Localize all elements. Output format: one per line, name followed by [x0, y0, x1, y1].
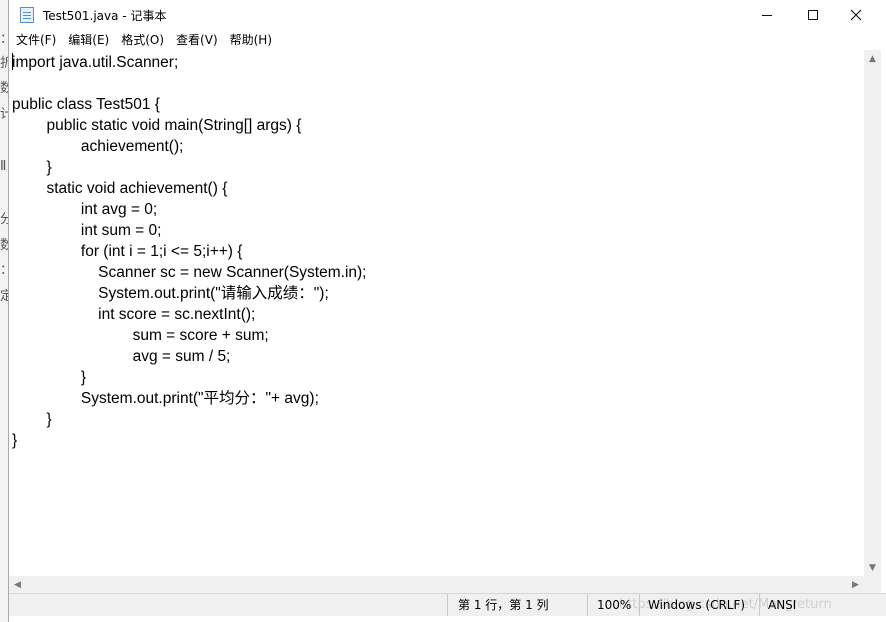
close-icon [850, 9, 862, 21]
menu-help[interactable]: 帮助(H) [224, 30, 278, 50]
minimize-icon [762, 14, 772, 16]
title-bar[interactable]: Test501.java - 记事本 [9, 0, 886, 30]
horizontal-scrollbar[interactable]: ◀ ▶ [9, 576, 864, 593]
maximize-icon [808, 10, 818, 20]
background-glyph: 分 [0, 212, 8, 227]
background-glyph: 数 [0, 238, 8, 253]
zoom-level: 100% [587, 594, 639, 616]
menu-bar: 文件(F) 编辑(E) 格式(O) 查看(V) 帮助(H) [9, 30, 886, 50]
background-glyph: Ⅱ [0, 159, 7, 174]
scroll-up-icon[interactable]: ▲ [864, 50, 881, 67]
encoding: ANSI [759, 594, 879, 616]
cursor-position: 第 1 行，第 1 列 [447, 594, 581, 616]
background-glyph: 数 [0, 81, 8, 96]
scrollbar-corner [864, 576, 881, 593]
menu-format[interactable]: 格式(O) [115, 30, 170, 50]
editor-content[interactable]: import java.util.Scanner; public class T… [12, 54, 366, 449]
background-glyph: ： [0, 33, 8, 47]
menu-edit[interactable]: 编辑(E) [62, 30, 115, 50]
minimize-button[interactable] [744, 0, 790, 30]
background-glyph: 折 [0, 56, 8, 71]
vertical-scrollbar[interactable]: ▲ ▼ [864, 50, 881, 576]
close-button[interactable] [833, 0, 879, 30]
text-editor[interactable]: import java.util.Scanner; public class T… [9, 50, 864, 576]
menu-file[interactable]: 文件(F) [10, 30, 62, 50]
notepad-icon[interactable] [20, 7, 34, 23]
notepad-window: Test501.java - 记事本 文件(F) 编辑(E) 格式(O) 查看(… [8, 0, 886, 622]
status-bar: https://blog.csdn.net/Man_return 第 1 行，第… [9, 593, 886, 616]
background-glyph: ： [0, 264, 8, 278]
maximize-button[interactable] [790, 0, 836, 30]
menu-view[interactable]: 查看(V) [170, 30, 224, 50]
background-glyph: 定 [0, 289, 8, 304]
background-window-edge: ： 折 数 计 Ⅱ 分 数 ： 定 [0, 0, 8, 622]
scroll-down-icon[interactable]: ▼ [864, 559, 881, 576]
scroll-left-icon[interactable]: ◀ [9, 576, 26, 593]
line-ending: Windows (CRLF) [639, 594, 759, 616]
scroll-right-icon[interactable]: ▶ [847, 576, 864, 593]
window-title: Test501.java - 记事本 [43, 8, 167, 23]
background-glyph: 计 [0, 107, 8, 122]
